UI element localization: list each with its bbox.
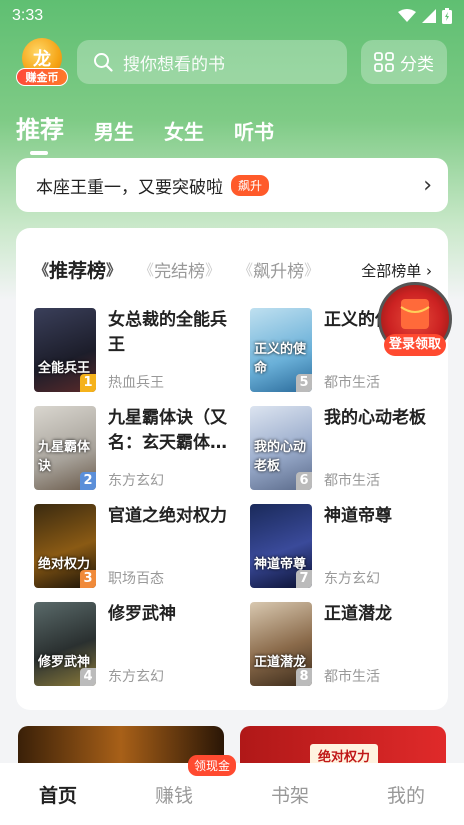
nav-home-label: 首页 [38,784,77,807]
rank-tab-label: 飙升榜 [253,262,305,282]
book-title: 官道之绝对权力 [108,506,227,526]
book-genre: 热血兵王 [108,375,164,391]
book-cover: 全能兵王 1 [34,308,96,392]
all-rankings-label: 全部榜单 [361,262,422,280]
bracket-right-icon: 》 [205,261,221,279]
search-input[interactable]: 搜你想看的书 [77,40,347,84]
cash-badge: 领现金 [188,754,237,776]
chevron-right-icon: › [426,262,432,280]
book-cover: 修罗武神 4 [34,602,96,686]
cover-title: 我的心动老板 [254,440,307,474]
rank-tab-recommend[interactable]: 《推荐榜》 [34,256,121,283]
search-placeholder: 搜你想看的书 [123,54,225,75]
book-item[interactable]: 修罗武神 4 修罗武神 东方玄幻 [34,602,234,686]
earn-coin-button[interactable]: 龙 赚金币 [14,38,70,88]
tab-female[interactable]: 女生 [164,116,204,145]
book-item[interactable]: 正道潜龙 8 正道潜龙 都市生活 [250,602,450,686]
login-reward-label: 登录领取 [384,334,446,356]
login-reward-button[interactable]: 登录领取 [378,282,452,358]
rank-number: 8 [296,668,312,686]
book-title: 修罗武神 [108,604,176,624]
wifi-icon [398,9,416,22]
battery-icon [442,8,452,24]
channel-tabs: 推荐 男生 女生 听书 [16,110,304,155]
book-item[interactable]: 绝对权力 3 官道之绝对权力 职场百态 [34,504,234,588]
book-cover: 正义的使命 5 [250,308,312,392]
book-cover: 我的心动老板 6 [250,406,312,490]
all-rankings-link[interactable]: 全部榜单 › [361,260,432,281]
notice-banner[interactable]: 本座王重一，又要突破啦 飙升 › [16,158,448,212]
earn-coin-label: 赚金币 [16,68,68,86]
nav-home[interactable]: 首页 [0,781,116,808]
rank-tab-label: 完结榜 [154,262,206,282]
book-item[interactable]: 全能兵王 1 女总裁的全能兵王 热血兵王 [34,308,234,392]
top-bar: 龙 赚金币 搜你想看的书 分类 [14,38,450,86]
notice-text: 本座王重一，又要突破啦 [36,177,223,198]
book-title: 我的心动老板 [324,408,426,428]
rank-number: 2 [80,472,96,490]
book-genre: 职场百态 [108,571,164,587]
rank-number: 7 [296,570,312,588]
rank-tabs: 《推荐榜》 《完结榜》 《飙升榜》 [34,256,337,283]
nav-bookshelf[interactable]: 书架 [232,781,348,808]
nav-profile[interactable]: 我的 [348,781,464,808]
bracket-left-icon: 《 [139,261,155,279]
rank-number: 6 [296,472,312,490]
book-genre: 东方玄幻 [108,473,164,489]
signal-icon [422,9,436,23]
status-time: 3:33 [12,7,44,24]
book-genre: 都市生活 [324,473,380,489]
nav-profile-label: 我的 [386,784,425,807]
search-icon [94,53,113,72]
rank-number: 5 [296,374,312,392]
book-cover: 九星霸体诀 2 [34,406,96,490]
book-cover: 神道帝尊 7 [250,504,312,588]
chevron-right-icon: › [423,172,432,198]
book-genre: 东方玄幻 [108,669,164,685]
book-item[interactable]: 我的心动老板 6 我的心动老板 都市生活 [250,406,450,490]
rank-tab-finished[interactable]: 《完结榜》 [139,257,220,282]
book-cover: 绝对权力 3 [34,504,96,588]
book-genre: 东方玄幻 [324,571,380,587]
bracket-right-icon: 》 [304,261,320,279]
category-label: 分类 [400,54,434,75]
book-title: 九星霸体诀（又名：玄天霸体… [108,408,227,453]
status-icons [398,8,452,24]
rank-tab-rising[interactable]: 《飙升榜》 [238,257,319,282]
grid-icon [374,52,394,72]
book-item[interactable]: 神道帝尊 7 神道帝尊 东方玄幻 [250,504,450,588]
category-button[interactable]: 分类 [361,40,447,84]
tab-male[interactable]: 男生 [94,116,134,145]
book-item[interactable]: 九星霸体诀 2 九星霸体诀（又名：玄天霸体… 东方玄幻 [34,406,234,490]
tab-recommend[interactable]: 推荐 [16,110,64,155]
bracket-right-icon: 》 [106,261,122,279]
rank-number: 3 [80,570,96,588]
cover-title: 九星霸体诀 [38,440,91,474]
notice-tag: 飙升 [231,174,270,196]
rank-number: 1 [80,374,96,392]
book-title: 女总裁的全能兵王 [108,310,227,355]
cover-title: 正义的使命 [254,342,307,376]
nav-earn-label: 赚钱 [154,784,193,807]
book-title: 神道帝尊 [324,506,392,526]
rank-tab-label: 推荐榜 [49,260,107,282]
book-genre: 都市生活 [324,669,380,685]
nav-bookshelf-label: 书架 [270,784,309,807]
nav-earn[interactable]: 赚钱 领现金 [116,754,237,808]
book-title: 正道潜龙 [324,604,392,624]
book-genre: 都市生活 [324,375,380,391]
bracket-left-icon: 《 [34,261,50,279]
rank-number: 4 [80,668,96,686]
status-bar: 3:33 [0,0,464,32]
tab-audiobook[interactable]: 听书 [234,116,274,145]
bracket-left-icon: 《 [238,261,254,279]
book-cover: 正道潜龙 8 [250,602,312,686]
bottom-nav: 首页 赚钱 领现金 书架 我的 [0,754,464,825]
